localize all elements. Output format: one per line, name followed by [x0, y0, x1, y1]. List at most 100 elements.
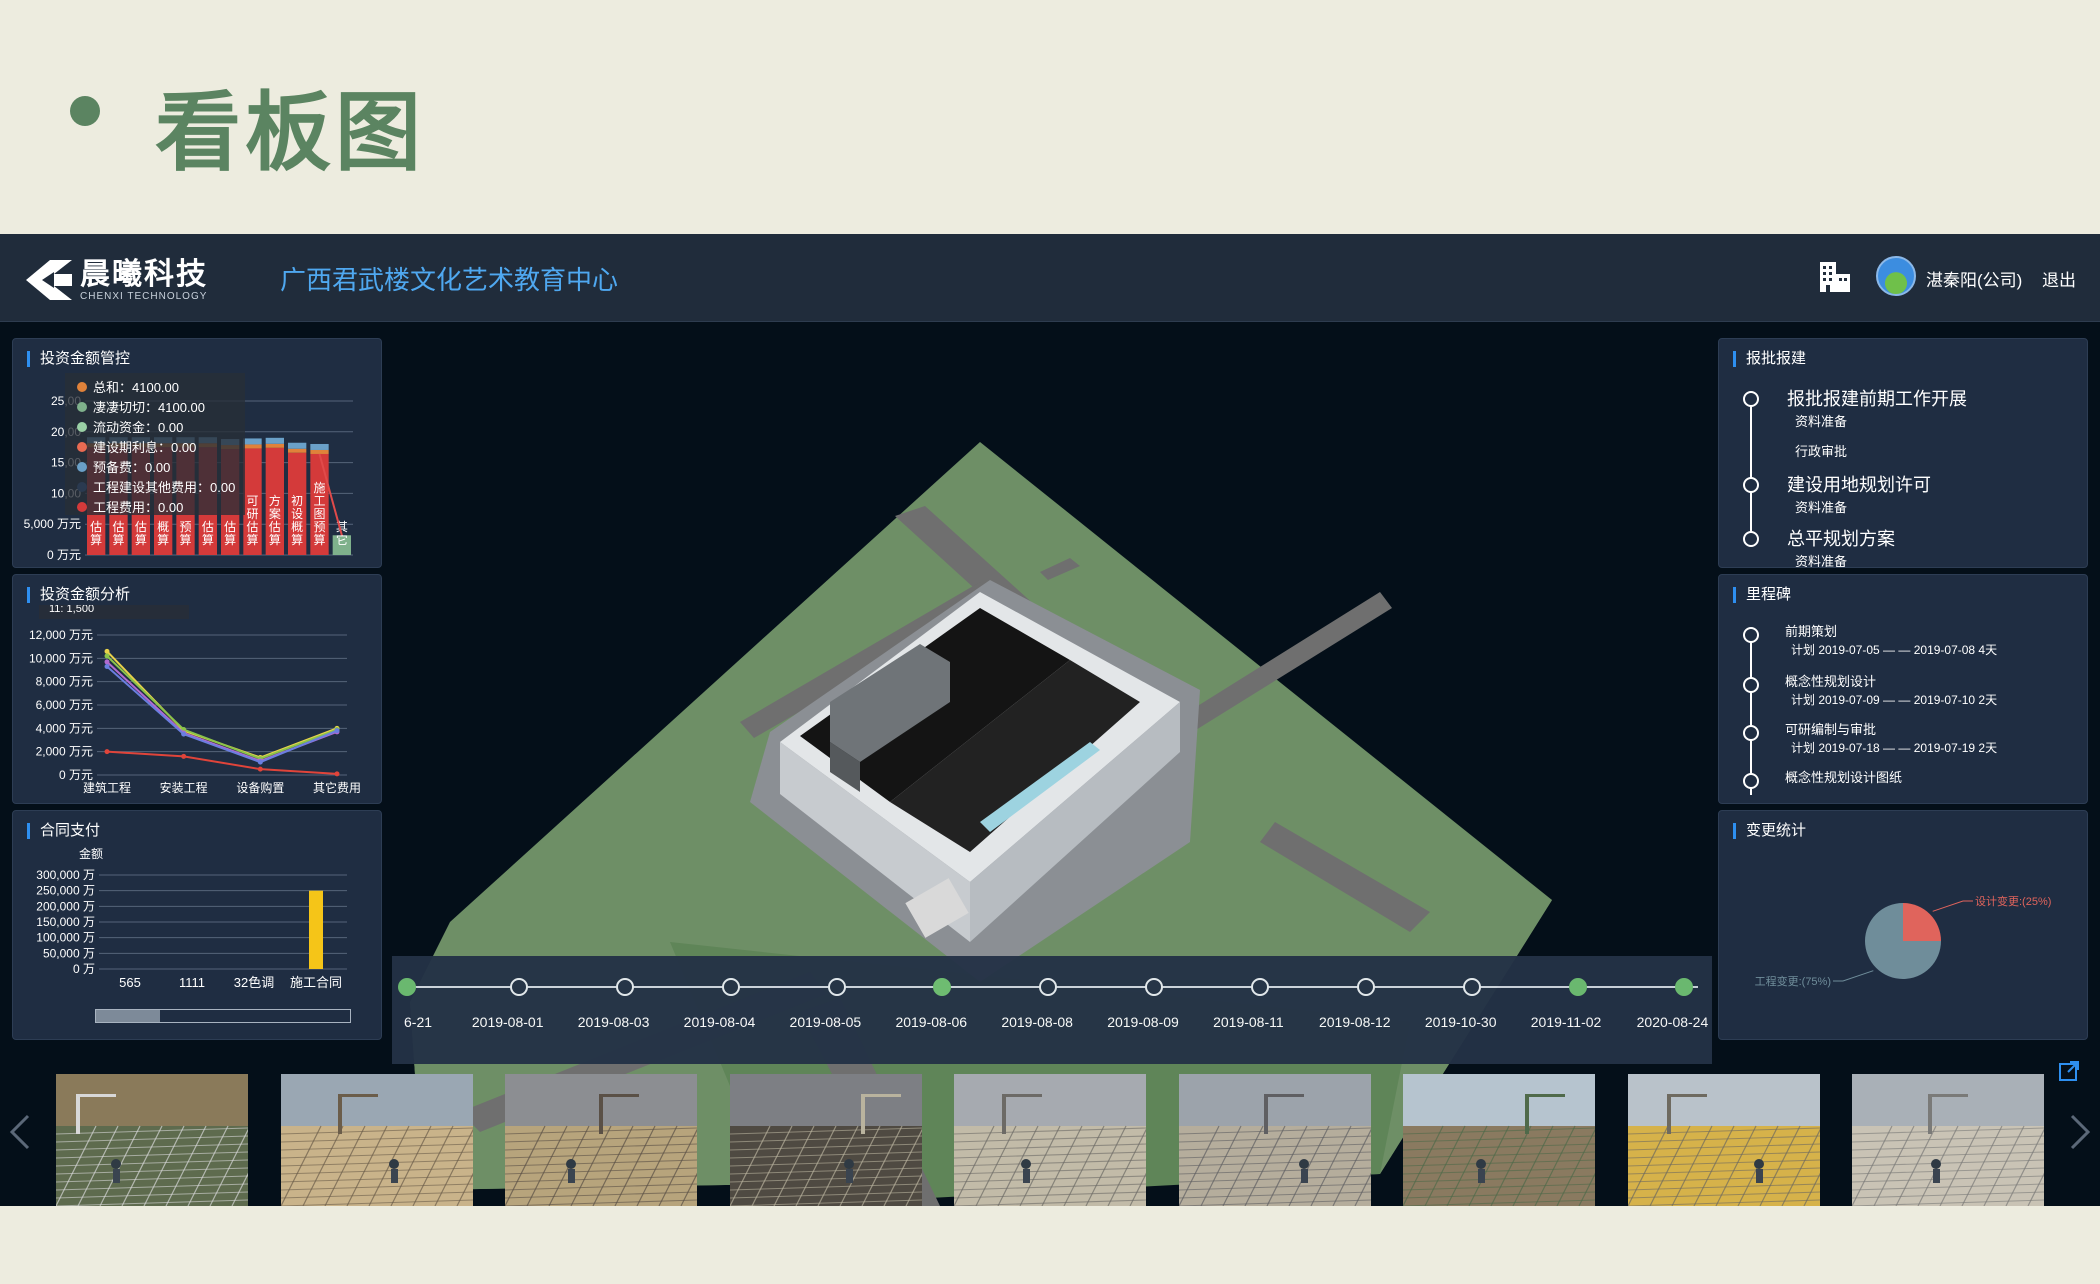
timeline-node[interactable] — [1568, 978, 1587, 996]
logo-name: 晨曦科技 — [80, 256, 208, 292]
building-icon[interactable] — [1818, 260, 1852, 294]
slider-handle[interactable] — [96, 1010, 160, 1022]
site-photo-thumbnail[interactable] — [56, 1074, 248, 1206]
timeline-date[interactable]: 6-21 — [404, 1014, 432, 1030]
milestone-name[interactable]: 可研编制与审批 — [1785, 719, 1876, 738]
timeline-node[interactable] — [933, 978, 952, 996]
pie-label: 设计变更:(25%) — [1975, 894, 2051, 908]
milestone-name[interactable]: 概念性规划设计图纸 — [1785, 767, 1902, 786]
user-avatar[interactable] — [1876, 256, 1916, 296]
approval-item[interactable]: 报批报建前期工作开展 — [1787, 385, 1967, 411]
chart-tooltip: 总和：4100.00 凄凄切切：4100.00 流动资金：0.00 建设期利息：0.0… — [65, 373, 245, 515]
category-label: 初 — [291, 494, 303, 508]
series-point — [334, 771, 340, 777]
logout-button[interactable]: 退出 — [2042, 266, 2076, 291]
approval-item[interactable]: 建设用地规划许可 — [1787, 471, 1931, 497]
tooltip-row: 工程费用：0.00 — [77, 497, 183, 516]
user-name[interactable]: 湛秦阳(公司) — [1926, 266, 2022, 291]
timeline-date[interactable]: 2019-08-09 — [1107, 1014, 1179, 1030]
invest-analysis-chart[interactable]: 0 万元 2,000 万元 4,000 万元 6,000 万元 8,000 万元 10,0… — [13, 575, 382, 804]
series-point — [104, 749, 110, 755]
timeline-date[interactable]: 2019-11-02 — [1531, 1014, 1602, 1030]
category-label: 案 — [269, 506, 281, 521]
photo-image — [56, 1074, 248, 1206]
category-label: 施 — [313, 481, 325, 495]
site-photo-thumbnail[interactable] — [505, 1074, 697, 1206]
milestone-plan: 计划 2019-07-18 — — 2019-07-19 2天 — [1791, 741, 1998, 755]
tooltip-row: 流动资金：0.00 — [77, 417, 183, 436]
timeline-node[interactable] — [1356, 978, 1375, 996]
category-label: 算 — [135, 532, 147, 547]
site-photo-thumbnail[interactable] — [1852, 1074, 2044, 1206]
timeline-node[interactable] — [615, 978, 634, 996]
timeline-date[interactable]: 2019-08-04 — [684, 1014, 756, 1030]
timeline-date[interactable]: 2019-08-11 — [1213, 1014, 1284, 1030]
y-tick-label: 300,000 万 — [36, 868, 95, 882]
timeline-date[interactable]: 2019-08-03 — [578, 1014, 650, 1030]
timeline-date[interactable]: 2019-08-05 — [790, 1014, 862, 1030]
approval-sub: 资料准备 — [1795, 500, 1848, 515]
site-photo-thumbnail[interactable] — [729, 1074, 922, 1206]
tooltip-label: 预备费：0.00 — [93, 460, 171, 475]
bar-cap — [310, 449, 329, 454]
site-photo-thumbnail[interactable] — [954, 1074, 1146, 1206]
tooltip-row: 建设期利息：0.00 — [77, 437, 196, 456]
pie-slice — [1903, 903, 1941, 941]
timeline-date[interactable]: 2019-10-30 — [1425, 1014, 1497, 1030]
invest-analysis-panel: 投资金额分析 11: 1,500 0 万元 2,000 万元 4,000 万元 6,0… — [12, 574, 382, 804]
bar-cap — [243, 444, 262, 449]
milestone-panel: 里程碑 前期策划 计划 2019-07-05 — — 2019-07-08 4天… — [1718, 574, 2088, 804]
expand-icon[interactable] — [2058, 1060, 2080, 1082]
timeline-node[interactable] — [509, 978, 528, 996]
site-photo-thumbnail[interactable] — [1403, 1074, 1595, 1206]
approval-item[interactable]: 总平规划方案 — [1787, 525, 1895, 551]
site-photo-thumbnail[interactable] — [1627, 1074, 1820, 1206]
tooltip-row: 总和：4100.00 — [77, 377, 179, 396]
bar-cap — [288, 448, 307, 453]
chart-zoom-slider[interactable] — [95, 1009, 351, 1023]
timeline-date[interactable]: 2019-08-06 — [895, 1014, 967, 1030]
company-logo[interactable]: 晨曦科技 CHENXI TECHNOLOGY — [24, 258, 208, 302]
timeline-node[interactable] — [1674, 978, 1693, 996]
milestone-dot — [1743, 773, 1759, 789]
timeline-node[interactable] — [1462, 978, 1481, 996]
x-tick-label: 安装工程 — [160, 780, 208, 795]
tooltip-label: 工程建设其他费用：0.00 — [93, 480, 236, 495]
timeline-node[interactable] — [398, 978, 416, 996]
site-photo-thumbnail[interactable] — [280, 1074, 473, 1206]
change-stats-pie[interactable]: 设计变更:(25%) 工程变更:(75%) — [1719, 811, 2088, 1040]
legend-dot — [77, 462, 87, 472]
tooltip-row: 凄凄切切：4100.00 — [77, 397, 205, 416]
approval-dot — [1743, 391, 1759, 407]
approval-dot — [1743, 477, 1759, 493]
timeline-date[interactable]: 2019-08-12 — [1319, 1014, 1391, 1030]
series-point — [334, 728, 340, 734]
timeline-date[interactable]: 2020-08-24 — [1637, 1014, 1709, 1030]
series-point — [181, 731, 187, 737]
chevron-right-icon[interactable] — [2068, 1112, 2092, 1152]
category-label: 设 — [291, 507, 303, 521]
timeline-node[interactable] — [1039, 978, 1058, 996]
approval-panel: 报批报建 报批报建前期工作开展 资料准备 行政审批 建设用地规划许可 资料准备 … — [1718, 338, 2088, 568]
timeline-node[interactable] — [827, 978, 846, 996]
bar-segment — [265, 437, 284, 444]
milestone-name[interactable]: 概念性规划设计 — [1785, 671, 1876, 690]
timeline-node[interactable] — [1251, 978, 1270, 996]
contract-payment-chart[interactable]: 0 万 50,000 万100,000 万 150,000 万 200,000 万25… — [13, 811, 382, 1040]
tooltip-label: 总和：4100.00 — [93, 380, 179, 395]
category-label: 算 — [90, 532, 102, 547]
photo-image — [729, 1074, 922, 1206]
chevron-left-icon[interactable] — [8, 1112, 32, 1152]
timeline-date[interactable]: 2019-08-01 — [472, 1014, 544, 1030]
milestone-name[interactable]: 前期策划 — [1785, 621, 1837, 640]
timeline-node[interactable] — [721, 978, 740, 996]
site-photo-thumbnail[interactable] — [1178, 1074, 1371, 1206]
project-title[interactable]: 广西君武楼文化艺术教育中心 — [280, 260, 618, 297]
series-point — [257, 766, 263, 772]
timeline-date[interactable]: 2019-08-08 — [1001, 1014, 1073, 1030]
legend-dot — [77, 502, 87, 512]
category-label: 算 — [269, 532, 281, 547]
progress-timeline[interactable]: 6-21 2019-08-01 2019-08-03 2019-08-04 2019-0… — [392, 956, 1712, 1064]
timeline-node[interactable] — [1145, 978, 1164, 996]
legend-dot — [77, 442, 87, 452]
